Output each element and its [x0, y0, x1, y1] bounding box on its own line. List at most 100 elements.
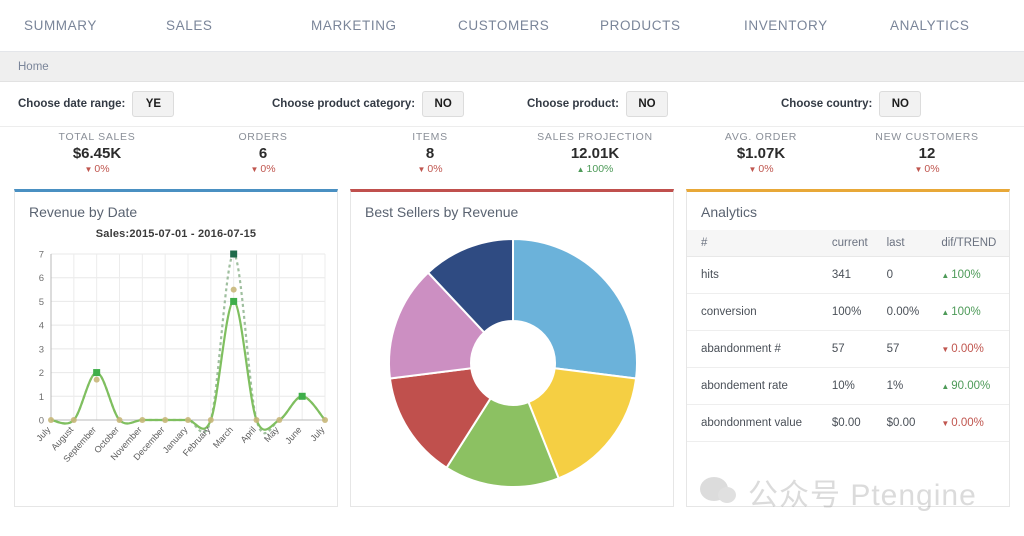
nav-item-marketing[interactable]: MARKETING [305, 18, 403, 33]
svg-text:6: 6 [39, 273, 44, 284]
column-header-0: # [687, 230, 832, 257]
cell-name: abondement rate [687, 367, 832, 405]
kpi-label: AVG. ORDER [724, 131, 798, 143]
table-row: conversion 100% 0.00% ▲ 100% [687, 293, 1009, 331]
main-navigation: SUMMARY SALES MARKETING CUSTOMERS PRODUCTS IN… [0, 0, 1024, 52]
svg-text:May: May [262, 424, 281, 444]
pie-chart[interactable] [351, 230, 673, 502]
kpi-delta: ▲ 100% [516, 163, 674, 175]
filter-label: Choose product: [527, 98, 619, 110]
svg-text:July: July [308, 424, 326, 443]
cell-trend: ▲ 100% [941, 293, 1009, 331]
kpi-card-total-sales: TOTAL SALES $6.45K ▼ 0% [36, 131, 158, 175]
table-header-row: # current last dif/TREND [687, 230, 1009, 257]
svg-text:3: 3 [39, 344, 44, 355]
cell-last: 0.00% [886, 293, 942, 331]
trend-value: 0.00% [951, 417, 984, 429]
arrow-up-icon: ▲ [941, 382, 950, 391]
kpi-delta-value: 0% [260, 163, 276, 175]
kpi-delta: ▼ 0% [36, 163, 158, 175]
trend-value: 100% [951, 269, 981, 281]
filter-group-0: Choose date range: YE [18, 91, 175, 117]
pie-slice-0[interactable] [512, 237, 638, 380]
filter-label: Choose country: [781, 98, 873, 110]
kpi-delta-value: 0% [924, 163, 940, 175]
column-header-2: last [886, 230, 942, 257]
breadcrumb-home[interactable]: Home [18, 61, 49, 73]
kpi-label: ITEMS [412, 131, 448, 143]
cell-last: 0 [886, 256, 942, 294]
cell-name: hits [687, 256, 832, 294]
nav-item-summary[interactable]: SUMMARY [18, 18, 103, 33]
cell-last: $0.00 [886, 404, 942, 442]
panel-row: Revenue by Date Sales:2015-07-01 - 2016-… [0, 189, 1024, 507]
svg-text:5: 5 [39, 297, 44, 308]
kpi-delta-value: 0% [427, 163, 443, 175]
arrow-up-icon: ▲ [576, 165, 585, 174]
arrow-down-icon: ▼ [417, 165, 426, 174]
filter-label: Choose product category: [272, 98, 416, 110]
column-header-3: dif/TREND [941, 230, 1009, 257]
line-chart-svg: 01234567JulyAugustSeptemberOctoberNovemb… [34, 250, 328, 464]
kpi-value: 12.01K [570, 145, 620, 162]
trend-value: 90.00% [951, 380, 991, 392]
panel-title: Best Sellers by Revenue [365, 204, 519, 220]
table-row: abondonment value $0.00 $0.00 ▼ 0.00% [687, 404, 1009, 442]
kpi-row: TOTAL SALES $6.45K ▼ 0% ORDERS 6 ▼ 0% ITEMS 8 ▼ 0% S… [0, 127, 1024, 189]
analytics-table: # current last dif/TREND hits 341 0 ▲ 100% conve… [687, 230, 1009, 442]
cell-current: 57 [831, 330, 887, 368]
cell-current: 10% [831, 367, 887, 405]
breadcrumb: Home [0, 52, 1024, 82]
panel-best-sellers: Best Sellers by Revenue [350, 189, 674, 507]
cell-last: 1% [886, 367, 942, 405]
filter-select[interactable]: NO [626, 91, 668, 117]
cell-last: 57 [886, 330, 942, 368]
cell-name: conversion [687, 293, 832, 331]
kpi-card-new-customers: NEW CUSTOMERS 12 ▼ 0% [852, 131, 1002, 175]
kpi-card-avg-order: AVG. ORDER $1.07K ▼ 0% [700, 131, 822, 175]
filter-select[interactable]: NO [879, 91, 922, 117]
kpi-label: NEW CUSTOMERS [875, 131, 979, 143]
kpi-delta: ▼ 0% [700, 163, 822, 175]
svg-text:7: 7 [39, 250, 44, 261]
kpi-card-sales-projection: SALES PROJECTION 12.01K ▲ 100% [516, 131, 674, 175]
table-row: hits 341 0 ▲ 100% [687, 256, 1009, 294]
nav-item-sales[interactable]: SALES [160, 18, 219, 33]
nav-item-analytics[interactable]: ANALYTICS [884, 18, 975, 33]
filter-group-3: Choose country: NO [781, 91, 922, 117]
cell-trend: ▼ 0.00% [941, 404, 1009, 442]
nav-item-customers[interactable]: CUSTOMERS [452, 18, 555, 33]
kpi-value: 8 [425, 145, 435, 162]
panel-revenue-by-date: Revenue by Date Sales:2015-07-01 - 2016-… [14, 189, 338, 507]
filter-select[interactable]: YE [132, 91, 175, 117]
kpi-value: 6 [258, 145, 268, 162]
kpi-value: 12 [918, 145, 936, 162]
kpi-card-orders: ORDERS 6 ▼ 0% [205, 131, 321, 175]
line-chart[interactable]: 0 1 2 3 4 5 6 7 July August September October Novemb… [15, 244, 337, 506]
cell-current: 100% [831, 293, 887, 331]
kpi-label: TOTAL SALES [58, 131, 136, 143]
kpi-label: ORDERS [238, 131, 288, 143]
arrow-down-icon: ▼ [84, 165, 93, 174]
svg-text:2: 2 [39, 368, 44, 379]
svg-text:July: July [34, 424, 52, 443]
svg-text:April: April [239, 425, 258, 445]
filter-select[interactable]: NO [422, 91, 465, 117]
filter-group-2: Choose product: NO [527, 91, 668, 117]
kpi-delta-value: 0% [94, 163, 110, 175]
cell-trend: ▼ 0.00% [941, 330, 1009, 368]
table-row: abandonment #57 57 ▼ 0.00% [687, 330, 1009, 368]
cell-trend: ▲ 100% [941, 256, 1009, 294]
kpi-delta-value: 0% [758, 163, 774, 175]
table-row: abondement rate 10% 1% ▲ 90.00% [687, 367, 1009, 405]
filter-label: Choose date range: [18, 98, 126, 110]
nav-item-inventory[interactable]: INVENTORY [738, 18, 834, 33]
panel-title: Analytics [701, 204, 758, 220]
arrow-down-icon: ▼ [941, 345, 950, 354]
svg-text:June: June [283, 425, 304, 446]
dashboard-page: SUMMARY SALES MARKETING CUSTOMERS PRODUCTS IN… [0, 0, 1024, 536]
svg-text:March: March [211, 425, 235, 450]
nav-item-products[interactable]: PRODUCTS [594, 18, 687, 33]
cell-trend: ▲ 90.00% [941, 367, 1009, 405]
cell-name: abondonment value [687, 404, 832, 442]
